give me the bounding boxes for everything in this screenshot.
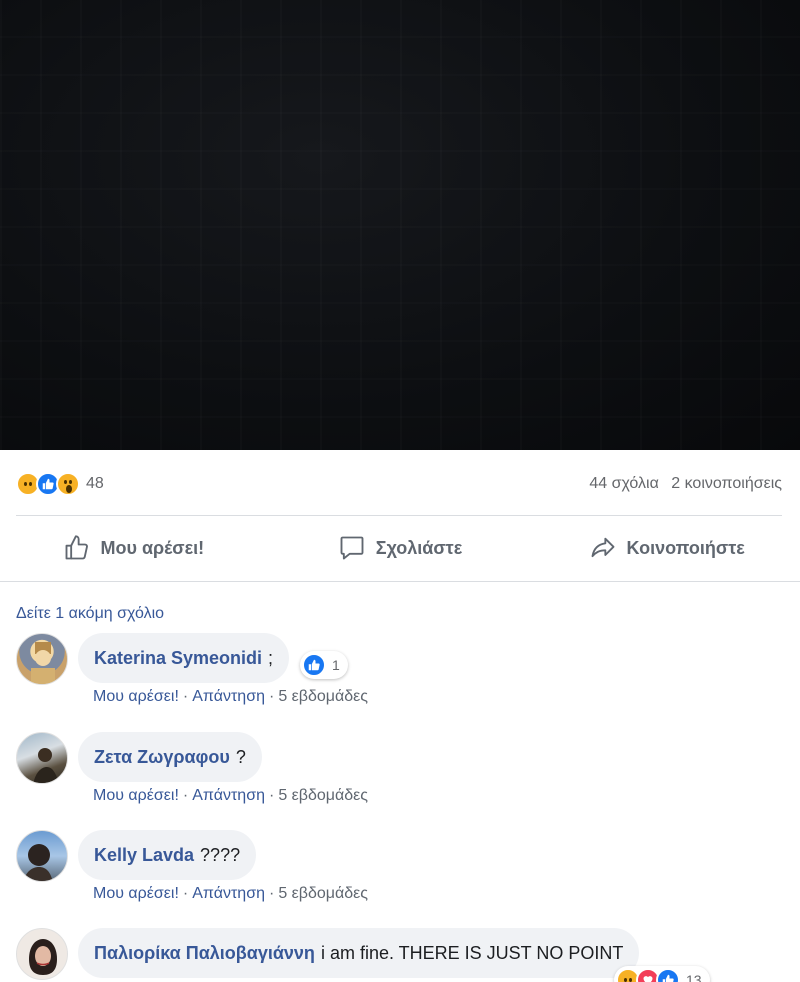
comment-author[interactable]: Ζετα Ζωγραφου bbox=[94, 747, 230, 768]
comment-bubble: Katerina Symeonidi ; bbox=[78, 633, 290, 683]
comment-reaction-badge[interactable]: 1 bbox=[300, 651, 348, 679]
meta-separator: · bbox=[182, 885, 189, 902]
comment-timestamp[interactable]: 5 εβδομάδες bbox=[278, 688, 368, 705]
like-icon bbox=[302, 653, 326, 677]
like-icon bbox=[656, 968, 680, 982]
comment-text: ; bbox=[268, 647, 274, 668]
wow-icon bbox=[56, 472, 80, 496]
comment-reaction-badge[interactable]: 13 bbox=[614, 966, 710, 982]
comment-text: ???? bbox=[200, 844, 241, 865]
shares-count[interactable]: 2 κοινοποιήσεις bbox=[671, 475, 782, 492]
avatar[interactable] bbox=[16, 928, 68, 980]
engagement-counts: 44 σχόλια 2 κοινοποιήσεις bbox=[581, 475, 782, 493]
comment-author[interactable]: Katerina Symeonidi bbox=[94, 648, 262, 669]
comment-button[interactable]: Σχολιάστε bbox=[267, 522, 534, 574]
actions-divider bbox=[0, 581, 800, 582]
avatar[interactable] bbox=[16, 633, 68, 685]
comment-reaction-count: 13 bbox=[686, 972, 702, 982]
thumbs-up-icon bbox=[65, 535, 88, 560]
comment-text: ? bbox=[235, 746, 246, 767]
speech-bubble-icon bbox=[340, 536, 364, 560]
comment-reaction-count: 1 bbox=[332, 657, 340, 673]
comment-meta: Μου αρέσει! · Απάντηση · 5 εβδομάδες bbox=[93, 787, 368, 805]
meta-separator: · bbox=[182, 787, 189, 804]
comment-timestamp[interactable]: 5 εβδομάδες bbox=[278, 885, 368, 902]
comment-bubble: Παλιορίκα Παλιοβαγιάννη i am fine. THERE… bbox=[78, 928, 640, 978]
comment-text: i am fine. THERE IS JUST NO POINT bbox=[320, 942, 624, 963]
comments-count[interactable]: 44 σχόλια bbox=[589, 475, 658, 492]
comment-timestamp[interactable]: 5 εβδομάδες bbox=[278, 787, 368, 804]
comment-meta: Μου αρέσει! · Απάντηση · 5 εβδομάδες bbox=[93, 688, 368, 706]
share-button-label: Κοινοποιήστε bbox=[626, 537, 745, 558]
like-button[interactable]: Μου αρέσει! bbox=[0, 522, 267, 574]
comment-reply-link[interactable]: Απάντηση bbox=[192, 885, 265, 902]
comment-bubble: Ζετα Ζωγραφου ? bbox=[78, 732, 262, 782]
view-more-comments-link[interactable]: Δείτε 1 ακόμη σχόλιο bbox=[16, 605, 164, 623]
divider bbox=[16, 515, 782, 516]
meta-separator: · bbox=[268, 885, 275, 902]
comment-button-label: Σχολιάστε bbox=[375, 537, 463, 558]
comment-reply-link[interactable]: Απάντηση bbox=[192, 787, 265, 804]
comment-like-link[interactable]: Μου αρέσει! bbox=[93, 787, 179, 804]
avatar[interactable] bbox=[16, 732, 68, 784]
comment-author[interactable]: Kelly Lavda bbox=[94, 845, 194, 866]
comment-reply-link[interactable]: Απάντηση bbox=[192, 688, 265, 705]
share-button[interactable]: Κοινοποιήστε bbox=[533, 522, 800, 574]
comment-bubble: Kelly Lavda ???? bbox=[78, 830, 257, 880]
post-actions-bar: Μου αρέσει! Σχολιάστε Κοινοποιήστε bbox=[0, 522, 800, 574]
comment-like-link[interactable]: Μου αρέσει! bbox=[93, 688, 179, 705]
share-arrow-icon bbox=[591, 537, 614, 558]
comment-meta: Μου αρέσει! · Απάντηση · 5 εβδομάδες bbox=[93, 885, 368, 903]
comment-author[interactable]: Παλιορίκα Παλιοβαγιάννη bbox=[94, 943, 315, 964]
post-media[interactable] bbox=[0, 0, 800, 450]
comment-like-link[interactable]: Μου αρέσει! bbox=[93, 885, 179, 902]
meta-separator: · bbox=[268, 688, 275, 705]
reaction-count[interactable]: 48 bbox=[86, 475, 104, 493]
meta-separator: · bbox=[182, 688, 189, 705]
reactions-summary[interactable]: 48 bbox=[16, 472, 104, 496]
avatar[interactable] bbox=[16, 830, 68, 882]
post-stats-row: 48 44 σχόλια 2 κοινοποιήσεις bbox=[16, 466, 782, 502]
like-button-label: Μου αρέσει! bbox=[100, 537, 205, 558]
meta-separator: · bbox=[268, 787, 275, 804]
